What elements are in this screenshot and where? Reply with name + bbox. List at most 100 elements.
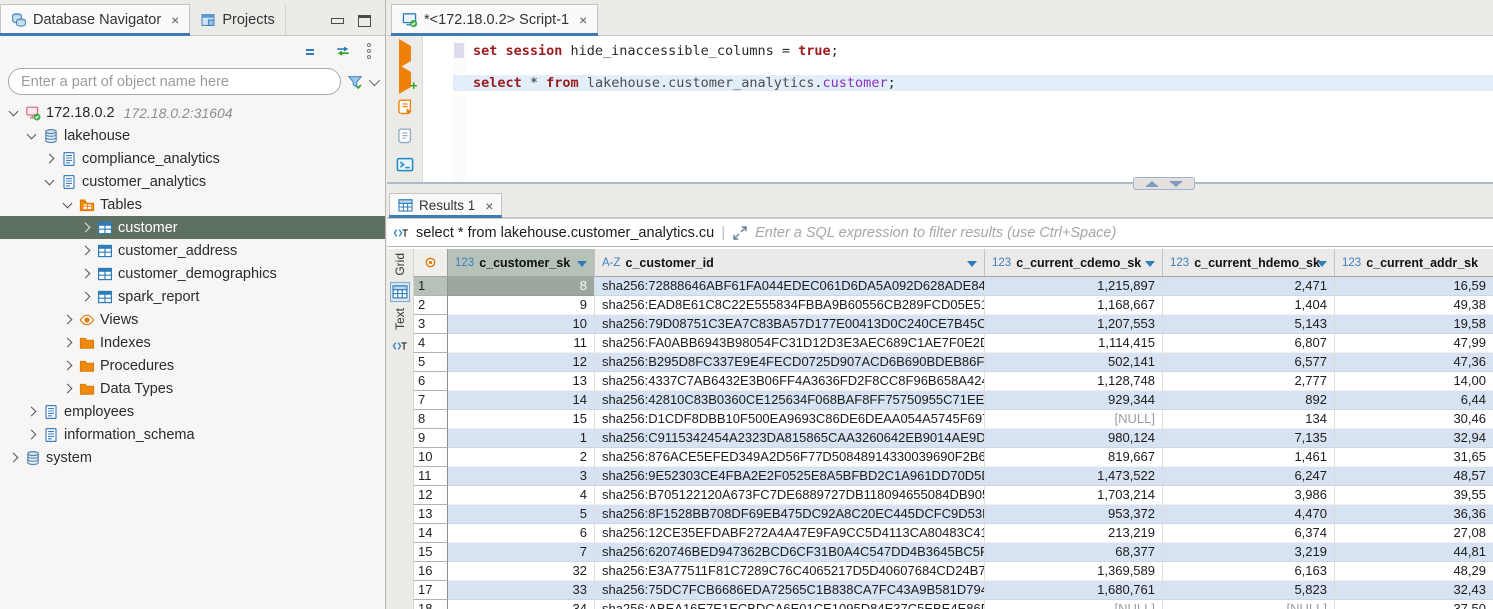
- table-row[interactable]: 613sha256:4337C7AB6432E3B06FF4A3636FD2F8…: [414, 372, 1493, 391]
- row-number[interactable]: 4: [414, 334, 448, 353]
- column-filter-arrow-icon[interactable]: [1317, 261, 1327, 267]
- column-header-c_customer_id[interactable]: A-Zc_customer_id: [595, 249, 985, 276]
- cell-c_customer_sk[interactable]: 6: [448, 524, 595, 543]
- chevron-collapsed-icon[interactable]: [81, 269, 91, 279]
- cell-c_current_hdemo_sk[interactable]: 1,404: [1163, 296, 1335, 315]
- table-row[interactable]: 512sha256:B295D8FC337E9E4FECD0725D907ACD…: [414, 353, 1493, 372]
- cell-c_current_cdemo_sk[interactable]: 929,344: [985, 391, 1163, 410]
- tab-sql-script[interactable]: *<172.18.0.2> Script-1 ×: [391, 4, 598, 35]
- cell-c_current_addr_sk[interactable]: 31,65: [1335, 448, 1493, 467]
- cell-c_customer_id[interactable]: sha256:FA0ABB6943B98054FC31D12D3E3AEC689…: [595, 334, 985, 353]
- cell-c_customer_sk[interactable]: 8: [448, 277, 595, 296]
- cell-c_customer_sk[interactable]: 14: [448, 391, 595, 410]
- row-number[interactable]: 15: [414, 543, 448, 562]
- chevron-collapsed-icon[interactable]: [81, 223, 91, 233]
- chevron-collapsed-icon[interactable]: [63, 315, 73, 325]
- cell-c_current_addr_sk[interactable]: 27,08: [1335, 524, 1493, 543]
- column-filter-arrow-icon[interactable]: [577, 261, 587, 267]
- tree-item-compliance-analytics[interactable]: compliance_analytics: [0, 147, 385, 170]
- tree-item-spark-report[interactable]: spark_report: [0, 285, 385, 308]
- cell-c_customer_id[interactable]: sha256:12CE35EFDABF272A4A47E9FA9CC5D4113…: [595, 524, 985, 543]
- row-number[interactable]: 16: [414, 562, 448, 581]
- tree-item-information-schema[interactable]: information_schema: [0, 423, 385, 446]
- cell-c_current_cdemo_sk[interactable]: [NULL]: [985, 410, 1163, 429]
- cell-c_customer_id[interactable]: sha256:620746BED947362BCD6CF31B0A4C547DD…: [595, 543, 985, 562]
- collapse-all-icon[interactable]: [303, 43, 319, 59]
- cell-c_current_cdemo_sk[interactable]: 1,207,553: [985, 315, 1163, 334]
- cell-c_customer_id[interactable]: sha256:8F1528BB708DF69EB475DC92A8C20EC44…: [595, 505, 985, 524]
- cell-c_current_hdemo_sk[interactable]: 6,577: [1163, 353, 1335, 372]
- cell-c_current_hdemo_sk[interactable]: 5,143: [1163, 315, 1335, 334]
- cell-c_current_hdemo_sk[interactable]: 6,374: [1163, 524, 1335, 543]
- tab-projects[interactable]: Projects: [190, 4, 285, 35]
- code-line[interactable]: set session hide_inaccessible_columns = …: [473, 43, 1493, 59]
- cell-c_current_addr_sk[interactable]: 44,81: [1335, 543, 1493, 562]
- row-number[interactable]: 2: [414, 296, 448, 315]
- cell-c_current_addr_sk[interactable]: 49,38: [1335, 296, 1493, 315]
- chevron-expanded-icon[interactable]: [63, 198, 73, 208]
- tree-item-data-types[interactable]: Data Types: [0, 377, 385, 400]
- filter-expression-input[interactable]: [755, 225, 1487, 241]
- cell-c_customer_sk[interactable]: 4: [448, 486, 595, 505]
- cell-c_customer_id[interactable]: sha256:C9115342454A2323DA815865CAA326064…: [595, 429, 985, 448]
- execute-script-icon[interactable]: [396, 98, 414, 116]
- cell-c_current_addr_sk[interactable]: 47,99: [1335, 334, 1493, 353]
- cell-c_current_cdemo_sk[interactable]: 1,128,748: [985, 372, 1163, 391]
- cell-c_customer_sk[interactable]: 34: [448, 600, 595, 609]
- object-search-input[interactable]: [8, 68, 341, 95]
- cell-c_current_hdemo_sk[interactable]: 5,823: [1163, 581, 1335, 600]
- splitter-sash[interactable]: [1133, 177, 1195, 190]
- row-number[interactable]: 9: [414, 429, 448, 448]
- tree-item-customer-analytics[interactable]: customer_analytics: [0, 170, 385, 193]
- table-row[interactable]: 411sha256:FA0ABB6943B98054FC31D12D3E3AEC…: [414, 334, 1493, 353]
- row-number[interactable]: 12: [414, 486, 448, 505]
- cell-c_current_hdemo_sk[interactable]: 892: [1163, 391, 1335, 410]
- cell-c_current_hdemo_sk[interactable]: 6,807: [1163, 334, 1335, 353]
- cell-c_customer_sk[interactable]: 11: [448, 334, 595, 353]
- chevron-collapsed-icon[interactable]: [63, 338, 73, 348]
- chevron-collapsed-icon[interactable]: [9, 453, 19, 463]
- execute-statement-icon[interactable]: [399, 46, 411, 61]
- cell-c_current_addr_sk[interactable]: 36,36: [1335, 505, 1493, 524]
- cell-c_customer_id[interactable]: sha256:E3A77511F81C7289C76C4065217D5D406…: [595, 562, 985, 581]
- cell-c_current_addr_sk[interactable]: 30,46: [1335, 410, 1493, 429]
- row-number[interactable]: 10: [414, 448, 448, 467]
- cell-c_current_cdemo_sk[interactable]: 1,703,214: [985, 486, 1163, 505]
- close-icon[interactable]: ×: [485, 198, 493, 214]
- expand-up-icon[interactable]: [1145, 181, 1159, 187]
- table-row[interactable]: 102sha256:876ACE5EFED349A2D56F77D5084891…: [414, 448, 1493, 467]
- cell-c_current_addr_sk[interactable]: 39,55: [1335, 486, 1493, 505]
- cell-c_current_cdemo_sk[interactable]: [NULL]: [985, 600, 1163, 609]
- cell-c_current_addr_sk[interactable]: 32,94: [1335, 429, 1493, 448]
- chevron-expanded-icon[interactable]: [45, 175, 55, 185]
- cell-c_current_hdemo_sk[interactable]: 6,163: [1163, 562, 1335, 581]
- execute-new-tab-icon[interactable]: +: [399, 72, 411, 87]
- minimize-icon[interactable]: [331, 18, 344, 24]
- column-filter-arrow-icon[interactable]: [967, 261, 977, 267]
- view-menu-icon[interactable]: [367, 43, 371, 59]
- row-number[interactable]: 5: [414, 353, 448, 372]
- cell-c_customer_sk[interactable]: 15: [448, 410, 595, 429]
- cell-c_customer_id[interactable]: sha256:9E52303CE4FBA2E2F0525E8A5BFBD2C1A…: [595, 467, 985, 486]
- cell-c_customer_sk[interactable]: 5: [448, 505, 595, 524]
- cell-c_customer_id[interactable]: sha256:42810C83B0360CE125634F068BAF8FF75…: [595, 391, 985, 410]
- cell-c_customer_sk[interactable]: 9: [448, 296, 595, 315]
- table-row[interactable]: 124sha256:B705122120A673FC7DE6889727DB11…: [414, 486, 1493, 505]
- table-row[interactable]: 1632sha256:E3A77511F81C7289C76C4065217D5…: [414, 562, 1493, 581]
- cell-c_current_cdemo_sk[interactable]: 1,215,897: [985, 277, 1163, 296]
- tree-item-procedures[interactable]: Procedures: [0, 354, 385, 377]
- cell-c_current_hdemo_sk[interactable]: 3,219: [1163, 543, 1335, 562]
- cell-c_current_addr_sk[interactable]: 37,50: [1335, 600, 1493, 609]
- cell-c_customer_sk[interactable]: 12: [448, 353, 595, 372]
- cell-c_current_cdemo_sk[interactable]: 502,141: [985, 353, 1163, 372]
- cell-c_customer_sk[interactable]: 3: [448, 467, 595, 486]
- column-header-c_customer_sk[interactable]: 123c_customer_sk: [448, 249, 595, 276]
- tree-item-customer-address[interactable]: customer_address: [0, 239, 385, 262]
- explain-plan-icon[interactable]: [396, 127, 414, 145]
- table-row[interactable]: 29sha256:EAD8E61C8C22E555834FBBA9B60556C…: [414, 296, 1493, 315]
- cell-c_customer_id[interactable]: sha256:D1CDF8DBB10F500EA9693C86DE6DEAA05…: [595, 410, 985, 429]
- cell-c_customer_sk[interactable]: 33: [448, 581, 595, 600]
- tree-item-tables[interactable]: Tables: [0, 193, 385, 216]
- table-row[interactable]: 18sha256:72888646ABF61FA044EDEC061D6DA5A…: [414, 277, 1493, 296]
- cell-c_customer_id[interactable]: sha256:ABEA16E7E1ECBDCA6E01CE1095D84E37C…: [595, 600, 985, 609]
